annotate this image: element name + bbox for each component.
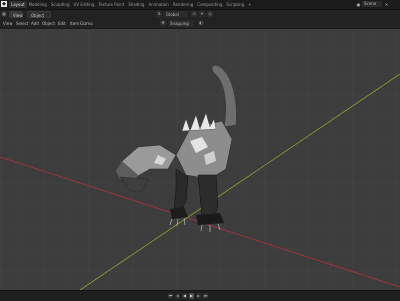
- menu-item[interactable]: Item: [70, 20, 79, 27]
- timeline-bar: ⏮ ◂ ◀ ▶ ▸ ⏭: [0, 290, 400, 301]
- editor-type-icon[interactable]: ▦: [1, 11, 7, 17]
- global-orientation[interactable]: Global: [164, 11, 188, 18]
- pivot-icon[interactable]: ⊙: [191, 11, 197, 17]
- overlay-icon[interactable]: ◐: [198, 20, 204, 26]
- menu-view[interactable]: View: [3, 20, 13, 27]
- menu-select[interactable]: Select: [16, 20, 28, 27]
- menu-edit[interactable]: Edit: [58, 20, 66, 27]
- 3d-viewport[interactable]: [0, 29, 400, 290]
- tab-sculpting[interactable]: Sculpting: [49, 1, 72, 8]
- playback-controls: ⏮ ◂ ◀ ▶ ▸ ⏭: [168, 293, 208, 299]
- jump-forward-icon[interactable]: ▸: [196, 293, 201, 299]
- play-back-icon[interactable]: ◀: [182, 293, 187, 299]
- viewport-canvas[interactable]: [0, 29, 400, 290]
- jump-back-icon[interactable]: ◂: [175, 293, 180, 299]
- transform-icon[interactable]: ✥: [160, 20, 166, 26]
- skip-start-icon[interactable]: ⏮: [168, 293, 173, 299]
- orientation-icon[interactable]: ⇅: [156, 11, 162, 17]
- app-logo-icon[interactable]: ◆: [1, 1, 7, 7]
- snapping-field[interactable]: Snapping: [168, 20, 194, 27]
- menu-add[interactable]: Add: [31, 20, 39, 27]
- scene-field[interactable]: Scene: [362, 1, 382, 7]
- tab-scripting[interactable]: Scripting: [224, 1, 246, 8]
- scene-icon[interactable]: ▣: [356, 2, 361, 7]
- skip-end-icon[interactable]: ⏭: [203, 293, 208, 299]
- menu-gizmo[interactable]: Gizmo: [80, 20, 93, 27]
- tab-layout[interactable]: Layout: [9, 1, 27, 8]
- workspace-tabs: Layout Modeling Sculpting UV Editing Tex…: [9, 1, 254, 8]
- tool-header: View Select Add Object Edit Item Gizmo ✥…: [0, 19, 400, 29]
- object-mode-button[interactable]: Object Mode: [27, 11, 51, 25]
- top-bar: ◆ Layout Modeling Sculpting UV Editing T…: [0, 0, 400, 10]
- tab-shading[interactable]: Shading: [126, 1, 146, 8]
- viewport-header: ▦ View Object Mode ⇅ Global ⊙ ⌖ ◎: [0, 10, 400, 25]
- tab-compositing[interactable]: Compositing: [195, 1, 224, 8]
- menu-object[interactable]: Object: [42, 20, 55, 27]
- tab-uv-editing[interactable]: UV Editing: [72, 1, 97, 8]
- play-icon[interactable]: ▶: [189, 293, 194, 299]
- snap-icon[interactable]: ⌖: [199, 11, 205, 17]
- proportional-icon[interactable]: ◎: [207, 11, 213, 17]
- tab-animation[interactable]: Animation: [146, 1, 170, 8]
- close-icon[interactable]: ✕: [384, 2, 389, 7]
- tab-texture-paint[interactable]: Texture Paint: [96, 1, 126, 8]
- view-button[interactable]: View: [9, 11, 23, 18]
- tab-add[interactable]: +: [246, 1, 253, 8]
- tab-modeling[interactable]: Modeling: [27, 1, 49, 8]
- tab-rendering[interactable]: Rendering: [171, 1, 195, 8]
